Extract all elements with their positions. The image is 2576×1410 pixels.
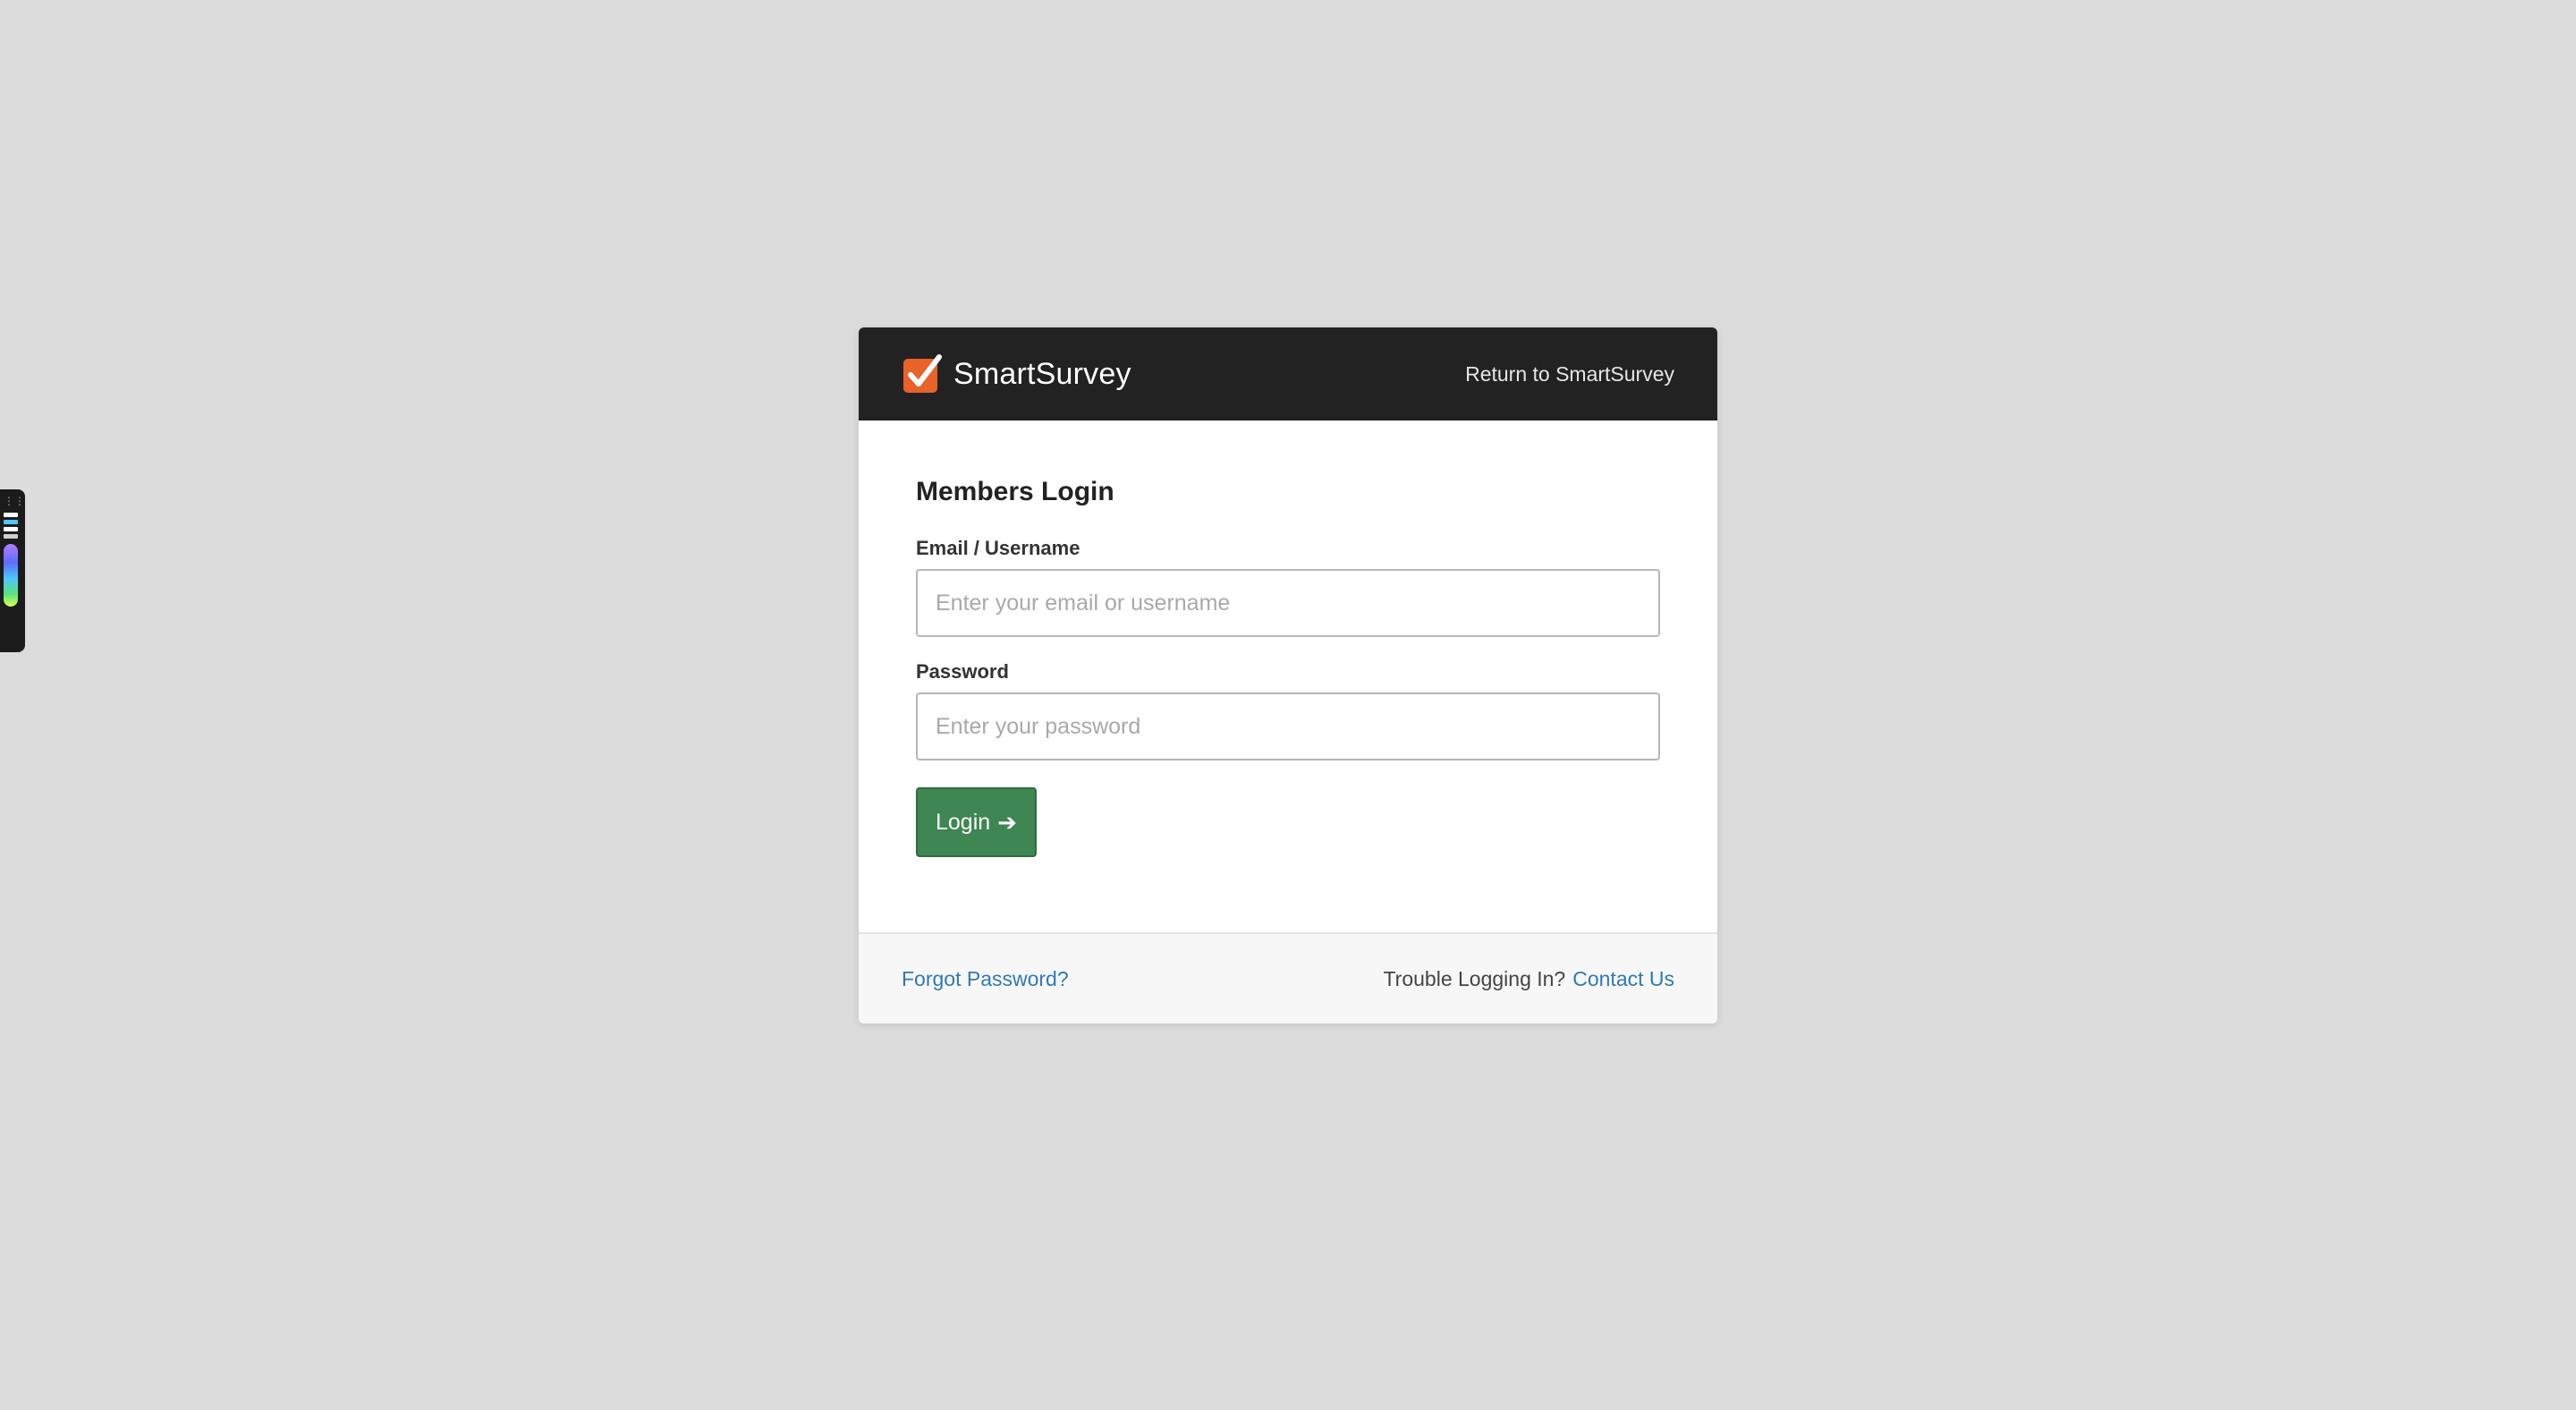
login-button[interactable]: Login ➔ xyxy=(916,787,1037,857)
floating-toolbar[interactable]: ⋮⋮ xyxy=(0,489,25,652)
checkbox-logo-icon xyxy=(903,354,942,393)
trouble-text: Trouble Logging In? xyxy=(1383,966,1566,990)
swatch-cyan[interactable] xyxy=(4,520,18,524)
contact-us-link[interactable]: Contact Us xyxy=(1572,967,1674,991)
arrow-right-icon: ➔ xyxy=(997,808,1017,836)
brand-logo[interactable]: SmartSurvey xyxy=(902,353,1131,395)
password-label: Password xyxy=(916,660,1009,683)
swatch-white[interactable] xyxy=(4,513,18,517)
swatch-white-2[interactable] xyxy=(4,527,18,531)
page-title: Members Login xyxy=(916,477,1114,506)
card-footer: Forgot Password? Trouble Logging In? Con… xyxy=(859,932,1717,1024)
email-field[interactable] xyxy=(916,569,1660,637)
trouble-section: Trouble Logging In? Contact Us xyxy=(1383,967,1674,991)
drag-handle-icon[interactable]: ⋮⋮ xyxy=(4,495,25,507)
swatch-gray[interactable] xyxy=(4,534,18,539)
password-field[interactable] xyxy=(916,692,1660,760)
login-button-label: Login xyxy=(936,809,991,835)
login-card: SmartSurvey Return to SmartSurvey Member… xyxy=(859,327,1717,1024)
login-form: Members Login Email / Username Password … xyxy=(859,420,1717,932)
card-header: SmartSurvey Return to SmartSurvey xyxy=(859,327,1717,420)
return-link[interactable]: Return to SmartSurvey xyxy=(1465,362,1674,386)
color-gradient-slider[interactable] xyxy=(4,544,18,607)
password-field-group: Password xyxy=(916,660,1660,760)
brand-name: SmartSurvey xyxy=(953,356,1131,391)
email-field-group: Email / Username xyxy=(916,537,1660,637)
email-label: Email / Username xyxy=(916,537,1080,559)
forgot-password-link[interactable]: Forgot Password? xyxy=(902,967,1069,991)
